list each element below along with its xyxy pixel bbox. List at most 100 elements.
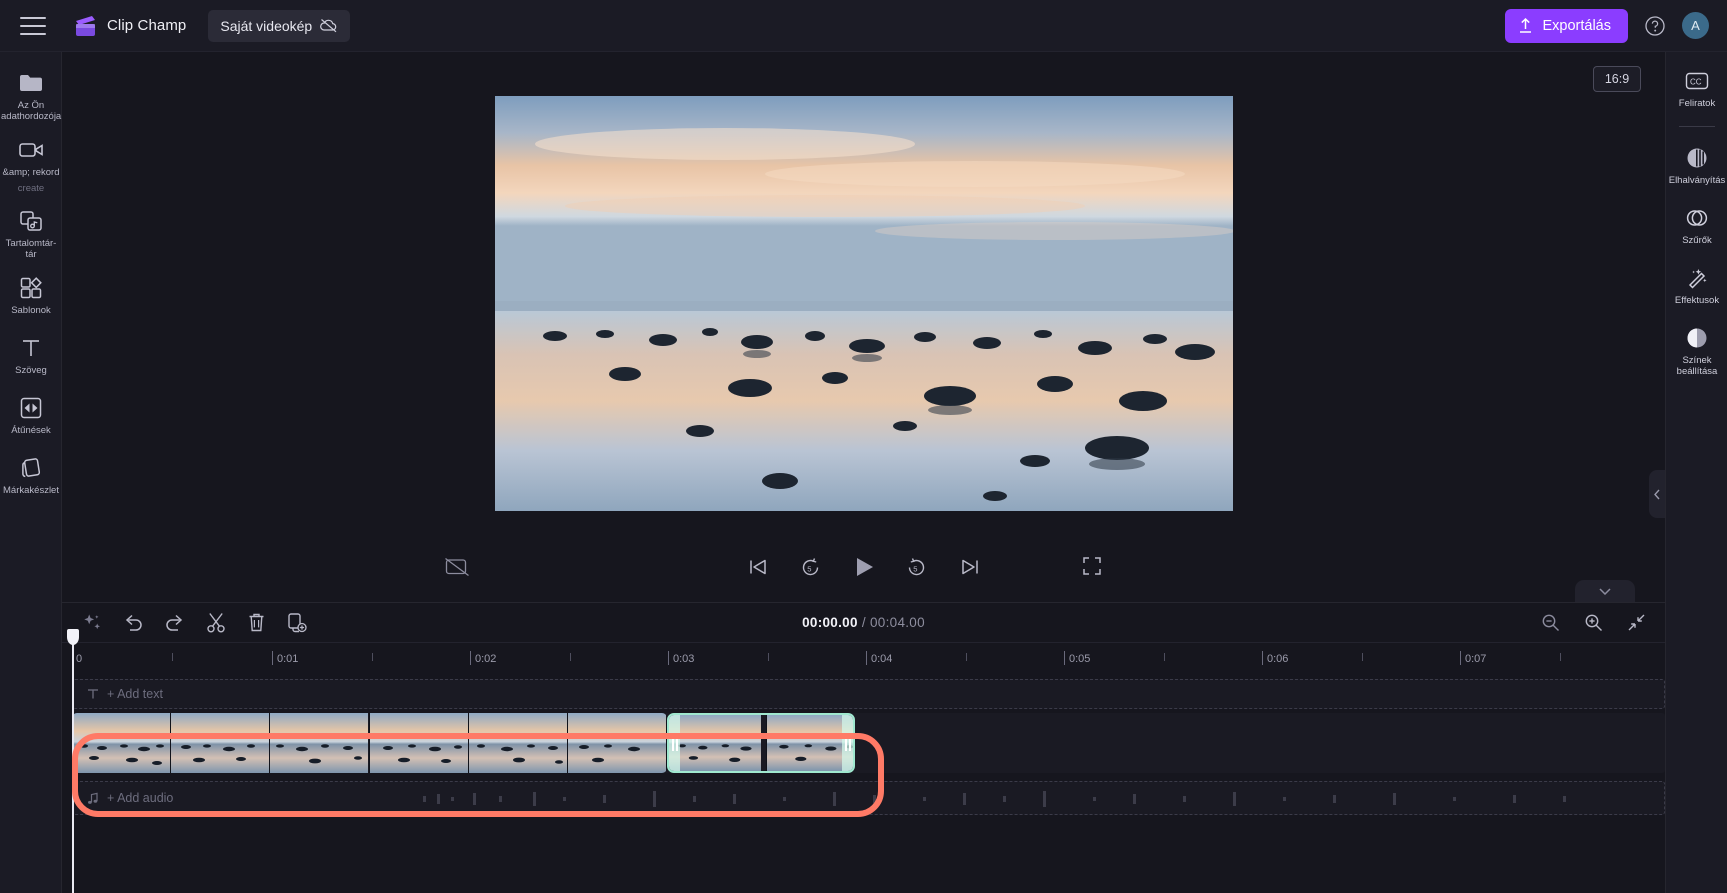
help-circle-icon[interactable] — [1644, 15, 1666, 37]
export-button[interactable]: Exportálás — [1505, 8, 1628, 43]
brand-logo-link[interactable]: Clip Champ — [72, 14, 186, 38]
music-note-icon — [87, 792, 99, 805]
avatar[interactable]: A — [1682, 12, 1709, 39]
sidebar-item-record-sublabel: create — [17, 182, 45, 194]
sidebar-item-effects[interactable]: Effektusok — [1666, 257, 1727, 317]
sidebar-item-brandkit-label: Márkakészlet — [3, 485, 59, 497]
clip-thumbnail-strip — [669, 715, 853, 771]
timeline-tools — [82, 612, 308, 633]
right-sidebar: CC Feliratok Elhalványítás Szűrők Effekt… — [1665, 52, 1727, 893]
clip-thumbnail — [270, 713, 370, 773]
stage-collapse-button[interactable] — [1575, 580, 1635, 602]
video-clip-unselected[interactable] — [72, 713, 667, 773]
sidebar-item-color-adjust-label: Színek beállítása — [1676, 355, 1718, 377]
timeline-zoom-controls — [1540, 612, 1647, 633]
transport-controls: 5 5 — [746, 555, 982, 579]
current-time: 00:00.00 — [802, 615, 858, 630]
trash-icon[interactable] — [246, 612, 267, 633]
ruler-label-4: 0:04 — [871, 653, 893, 665]
clip-thumbnail — [468, 713, 568, 773]
aspect-ratio-button[interactable]: 16:9 — [1593, 66, 1641, 92]
text-track[interactable]: + Add text — [72, 679, 1665, 709]
forward-5s-icon[interactable]: 5 — [905, 555, 929, 579]
preview-stage: 16:9 5 5 — [62, 52, 1665, 602]
sidebar-item-content-library[interactable]: Tartalomtár-tár — [0, 200, 62, 267]
video-clip-selected[interactable] — [667, 713, 855, 773]
sidebar-item-fade-label: Elhalványítás — [1668, 175, 1726, 186]
avatar-initial: A — [1691, 18, 1700, 33]
content-library-icon — [18, 208, 44, 234]
preview-controls: 5 5 — [62, 547, 1665, 587]
add-text-button[interactable]: + Add text — [73, 680, 1664, 708]
timeline-ruler[interactable]: 0 0:01 0:02 0:03 0:04 0:05 0:06 0:07 — [72, 643, 1665, 677]
fullscreen-icon[interactable] — [1082, 556, 1104, 578]
closed-captions-icon: CC — [1684, 68, 1710, 94]
timecode-separator: / — [861, 615, 866, 630]
ruler-label-2: 0:02 — [475, 653, 497, 665]
preview-image — [494, 96, 1233, 511]
ruler-label-6: 0:06 — [1267, 653, 1289, 665]
clip-thumbnail — [369, 713, 469, 773]
aspect-ratio-label: 16:9 — [1604, 72, 1630, 86]
play-icon[interactable] — [852, 555, 876, 579]
right-sidebar-divider — [1678, 126, 1715, 127]
redo-icon[interactable] — [164, 612, 185, 633]
undo-icon[interactable] — [123, 612, 144, 633]
clip-thumbnail-strip — [72, 713, 667, 773]
sidebar-item-fade[interactable]: Elhalványítás — [1666, 137, 1727, 197]
audio-track[interactable]: + Add audio — [72, 781, 1665, 815]
sidebar-item-color-adjust[interactable]: Színek beállítása — [1666, 317, 1727, 384]
brand-kit-icon — [18, 455, 44, 481]
sidebar-item-text[interactable]: Szöveg — [0, 327, 62, 387]
sidebar-item-templates-label: Sablonok — [11, 305, 51, 317]
clip-thumbnail — [72, 713, 172, 773]
magic-sparkle-icon[interactable] — [82, 612, 103, 633]
sidebar-item-templates[interactable]: Sablonok — [0, 267, 62, 327]
svg-text:5: 5 — [807, 564, 811, 573]
rewind-5s-icon[interactable]: 5 — [799, 555, 823, 579]
sidebar-item-brandkit[interactable]: Márkakészlet — [0, 447, 62, 507]
chevron-down-icon — [1599, 587, 1611, 595]
audio-waveform — [423, 791, 1566, 807]
video-preview[interactable] — [494, 96, 1233, 511]
project-name-chip[interactable]: Saját videokép — [208, 9, 351, 42]
ruler-label-1: 0:01 — [277, 653, 299, 665]
clipchamp-editor: Clip Champ Saját videokép Exportálás A A… — [0, 0, 1727, 893]
timecode-display: 00:00.00 / 00:04.00 — [802, 615, 925, 630]
skip-to-start-icon[interactable] — [746, 555, 770, 579]
effects-wand-icon — [1684, 265, 1710, 291]
scissors-icon[interactable] — [205, 612, 226, 633]
fade-icon — [1684, 145, 1710, 171]
upload-icon — [1518, 17, 1533, 34]
skip-to-end-icon[interactable] — [958, 555, 982, 579]
sidebar-item-transitions[interactable]: Átűnések — [0, 387, 62, 447]
playhead-handle[interactable] — [67, 629, 79, 645]
media-folder-icon — [18, 70, 44, 96]
clip-trim-handle-right[interactable] — [842, 715, 853, 771]
color-adjust-icon — [1684, 325, 1710, 351]
timeline-playhead[interactable] — [67, 629, 79, 893]
clip-thumbnail — [567, 713, 667, 773]
svg-text:5: 5 — [913, 564, 917, 573]
ruler-label-0: 0 — [76, 653, 83, 665]
duplicate-icon[interactable] — [287, 612, 308, 633]
ruler-label-3: 0:03 — [673, 653, 695, 665]
left-sidebar: Az Ön adathordozója &amp; rekord create — [0, 52, 80, 893]
clip-trim-handle-left[interactable] — [669, 715, 680, 771]
sidebar-item-record-create[interactable]: &amp; rekord create — [0, 129, 62, 200]
sidebar-item-effects-label: Effektusok — [1674, 295, 1720, 306]
sidebar-item-filters[interactable]: Szűrők — [1666, 197, 1727, 257]
right-panel-collapse-button[interactable] — [1649, 470, 1665, 518]
fit-to-screen-icon[interactable] — [1626, 612, 1647, 633]
sidebar-item-filters-label: Szűrők — [1682, 235, 1712, 246]
cloud-off-icon — [319, 18, 338, 33]
sidebar-item-captions[interactable]: CC Feliratok — [1666, 60, 1727, 120]
sidebar-item-media[interactable]: Az Ön adathordozója — [0, 62, 62, 129]
ruler-label-5: 0:05 — [1069, 653, 1091, 665]
zoom-out-icon[interactable] — [1540, 612, 1561, 633]
svg-text:CC: CC — [1690, 77, 1702, 86]
topbar-actions: Exportálás A — [1505, 8, 1709, 43]
captions-off-icon[interactable] — [444, 556, 470, 578]
zoom-in-icon[interactable] — [1583, 612, 1604, 633]
hamburger-menu-icon[interactable] — [20, 16, 46, 35]
